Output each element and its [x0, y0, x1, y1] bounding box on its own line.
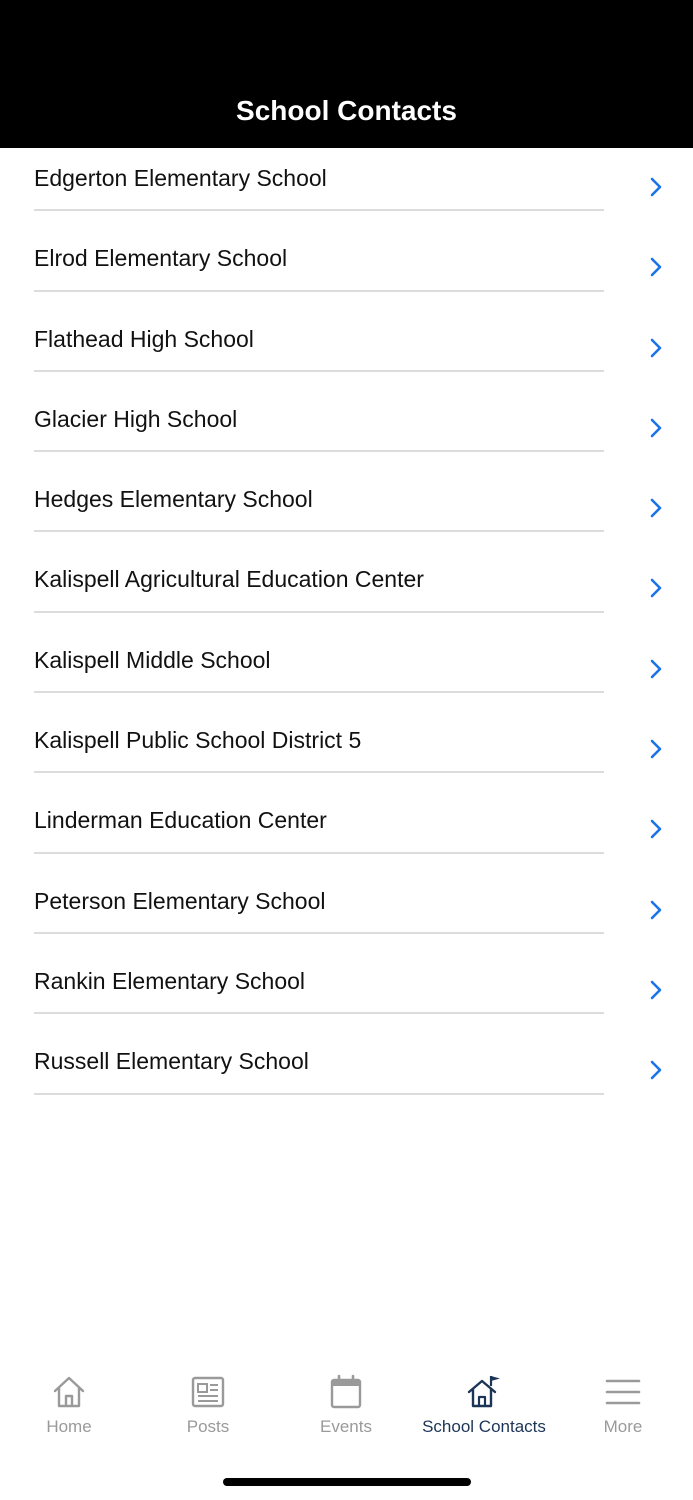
page-title: School Contacts: [236, 95, 457, 126]
row-divider: [34, 289, 604, 292]
list-item[interactable]: Peterson Elementary School: [0, 871, 693, 951]
home-indicator[interactable]: [223, 1478, 471, 1486]
list-item[interactable]: Russell Elementary School: [0, 1031, 693, 1111]
chevron-right-icon: [650, 980, 662, 1000]
chevron-right-icon: [650, 579, 662, 598]
tab-home[interactable]: Home: [0, 1372, 138, 1452]
school-name: Kalispell Middle School: [34, 646, 271, 673]
chevron-right-icon: [650, 900, 662, 919]
chevron-right-icon: [650, 257, 662, 277]
list-item[interactable]: Linderman Education Center: [0, 790, 693, 870]
chevron-right-icon: [650, 659, 662, 679]
list-item[interactable]: Flathead High School: [0, 309, 693, 389]
school-name: Glacier High School: [34, 405, 238, 432]
tab-label: Home: [46, 1417, 92, 1436]
row-divider: [34, 931, 604, 934]
list-item[interactable]: Hedges Elementary School: [0, 469, 693, 549]
chevron-right-icon: [650, 1060, 662, 1080]
tab-events[interactable]: Events: [277, 1372, 415, 1452]
list-item[interactable]: Kalispell Agricultural Education Center: [0, 549, 693, 629]
list-item[interactable]: Glacier High School: [0, 389, 693, 469]
chevron-right-icon: [650, 338, 662, 357]
row-divider: [34, 1092, 604, 1095]
row-divider: [34, 851, 604, 854]
school-flag-icon: [467, 1376, 500, 1408]
school-name: Hedges Elementary School: [34, 486, 313, 513]
row-divider: [34, 209, 604, 212]
chevron-right-icon: [650, 820, 662, 839]
tab-label: Posts: [186, 1417, 230, 1436]
list-item[interactable]: Rankin Elementary School: [0, 951, 693, 1031]
school-name: Kalispell Public School District 5: [34, 727, 362, 754]
school-name: Elrod Elementary School: [34, 245, 288, 272]
tab-posts[interactable]: Posts: [139, 1372, 277, 1452]
tab-label: More: [603, 1417, 643, 1436]
list-item[interactable]: Edgerton Elementary School: [0, 148, 693, 228]
chevron-right-icon: [650, 418, 662, 438]
menu-icon: [605, 1379, 641, 1405]
row-divider: [34, 691, 604, 694]
row-divider: [34, 369, 604, 372]
list-item[interactable]: Kalispell Public School District 5: [0, 710, 693, 790]
calendar-icon: [330, 1374, 362, 1409]
school-list: Edgerton Elementary School Elrod Element…: [0, 148, 693, 1112]
list-item[interactable]: Kalispell Middle School: [0, 630, 693, 710]
home-icon: [53, 1376, 85, 1408]
row-divider: [34, 530, 604, 533]
tab-label: Events: [320, 1417, 372, 1436]
row-divider: [34, 610, 604, 613]
row-divider: [34, 450, 604, 453]
school-name: Kalispell Agricultural Education Center: [34, 566, 424, 593]
row-divider: [34, 1012, 604, 1015]
row-divider: [34, 771, 604, 774]
school-name: Peterson Elementary School: [34, 887, 326, 914]
list-item[interactable]: Elrod Elementary School: [0, 228, 693, 308]
tab-school-contacts[interactable]: School Contacts: [415, 1372, 553, 1452]
tab-more[interactable]: More: [554, 1372, 692, 1452]
header-bar: School Contacts: [0, 0, 693, 148]
school-name: Edgerton Elementary School: [34, 165, 327, 191]
tab-label: School Contacts: [422, 1417, 546, 1436]
chevron-right-icon: [650, 739, 662, 759]
school-name: Russell Elementary School: [34, 1048, 309, 1075]
newspaper-icon: [191, 1376, 225, 1408]
school-name: Flathead High School: [34, 325, 254, 352]
school-name: Linderman Education Center: [34, 807, 327, 834]
school-name: Rankin Elementary School: [34, 967, 306, 994]
chevron-right-icon: [650, 498, 662, 518]
chevron-right-icon: [650, 177, 662, 197]
